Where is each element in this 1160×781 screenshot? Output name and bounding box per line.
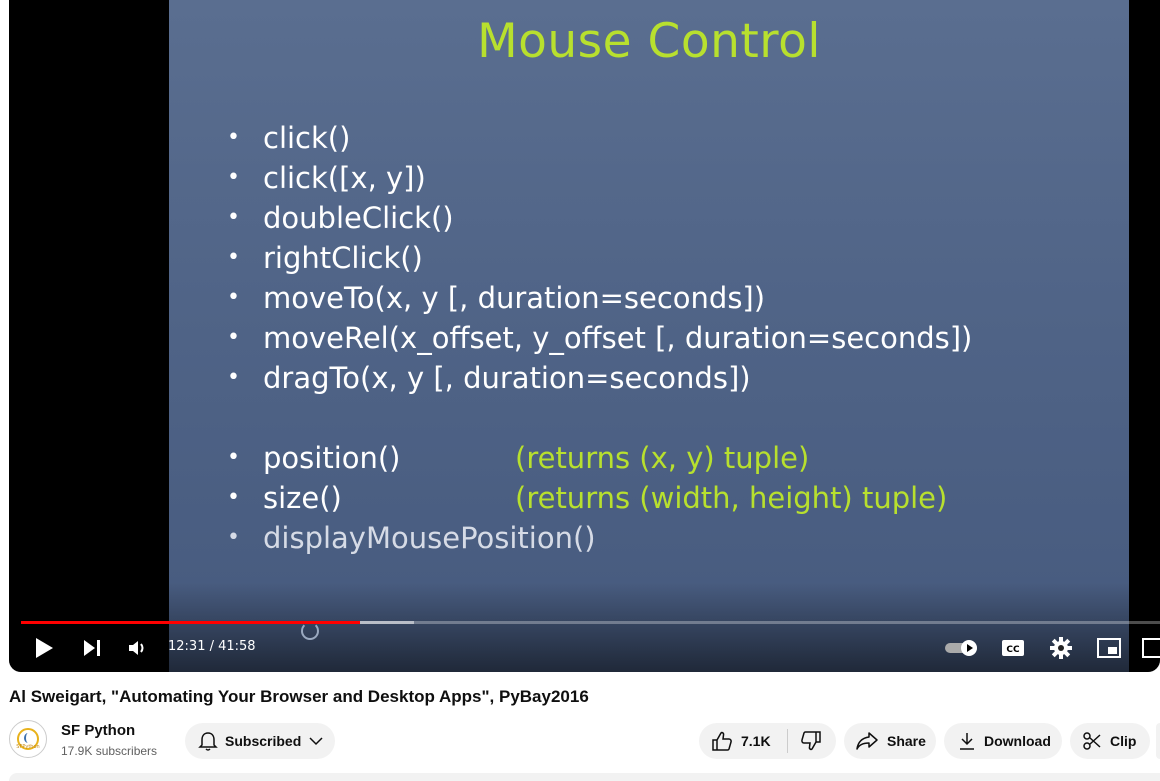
slide-bullet: doubleClick() (227, 198, 972, 238)
slide-bullet: click([x, y]) (227, 158, 972, 198)
theater-icon (1142, 638, 1160, 658)
play-icon (36, 638, 53, 658)
more-actions-button[interactable] (1156, 723, 1160, 759)
subscribed-label: Subscribed (225, 733, 302, 749)
dislike-button[interactable] (800, 730, 822, 752)
captions-button[interactable]: CC (1001, 636, 1025, 660)
miniplayer-icon (1097, 638, 1121, 658)
like-button[interactable]: 7.1K (711, 730, 771, 752)
download-label: Download (984, 733, 1051, 749)
slide-bullet-fn: size() (263, 481, 342, 515)
video-title: Al Sweigart, "Automating Your Browser an… (9, 687, 589, 706)
slide-bullet: click() (227, 118, 972, 158)
slide-bullet: moveRel(x_offset, y_offset [, duration=s… (227, 318, 972, 358)
autoplay-knob (961, 640, 977, 656)
subscribed-button[interactable]: Subscribed (185, 723, 335, 759)
slide-bullet-note: (returns (x, y) tuple) (515, 441, 810, 475)
description-box-edge (9, 773, 1160, 781)
time-display: 12:31 / 41:58 (168, 639, 256, 654)
scissors-icon (1083, 732, 1101, 750)
captions-icon: CC (1002, 640, 1024, 656)
clip-button[interactable]: Clip (1070, 723, 1150, 759)
slide-bullet-fn: displayMousePosition() (263, 521, 596, 555)
settings-icon (1050, 637, 1072, 659)
share-label: Share (887, 733, 926, 749)
slide-bullet: displayMousePosition() (227, 518, 972, 558)
clip-label: Clip (1110, 733, 1137, 749)
autoplay-toggle[interactable] (945, 640, 981, 656)
slide-bullet: rightClick() (227, 238, 972, 278)
like-divider (786, 729, 788, 753)
slide-spacer (227, 398, 972, 438)
slide-bullet: dragTo(x, y [, duration=seconds]) (227, 358, 972, 398)
slide-bullet: moveTo(x, y [, duration=seconds]) (227, 278, 972, 318)
video-frame: Mouse Control click() click([x, y]) doub… (169, 0, 1129, 672)
mute-button[interactable] (125, 636, 149, 660)
next-button[interactable] (79, 636, 105, 660)
slide-bullet: size() (returns (width, height) tuple) (227, 478, 972, 518)
download-button[interactable]: Download (944, 723, 1062, 759)
miniplayer-button[interactable] (1097, 636, 1121, 660)
progress-bar[interactable] (21, 621, 1160, 624)
settings-button[interactable] (1049, 636, 1073, 660)
thumbs-up-icon (712, 731, 732, 751)
video-player[interactable]: Mouse Control click() click([x, y]) doub… (9, 0, 1160, 672)
volume-icon (129, 641, 144, 655)
bell-icon (198, 732, 218, 751)
download-icon (960, 733, 974, 750)
slide-bullet-fn: position() (263, 441, 401, 475)
play-button[interactable] (31, 636, 57, 660)
slide-bullet-list: click() click([x, y]) doubleClick() righ… (227, 118, 972, 558)
subscriber-count: 17.9K subscribers (61, 744, 158, 758)
loading-spinner-icon (301, 622, 319, 640)
channel-name[interactable]: SF Python (61, 722, 135, 739)
like-count: 7.1K (741, 733, 771, 749)
thumbs-down-icon (800, 731, 821, 751)
avatar-text: SFPython (16, 744, 40, 750)
share-button[interactable]: Share (844, 723, 936, 759)
play-icon (967, 644, 973, 652)
theater-mode-button[interactable] (1142, 636, 1160, 660)
slide-bullet-note: (returns (width, height) tuple) (515, 481, 948, 515)
controls-gradient (9, 582, 1160, 672)
svg-text:CC: CC (1006, 645, 1020, 655)
share-icon (856, 732, 878, 750)
next-icon (84, 640, 100, 656)
like-dislike-group: 7.1K (699, 723, 836, 759)
slide-title: Mouse Control (477, 14, 821, 69)
channel-avatar[interactable]: SFPython (9, 720, 47, 758)
chevron-down-icon (309, 737, 323, 746)
slide-bullet: position() (returns (x, y) tuple) (227, 438, 972, 478)
